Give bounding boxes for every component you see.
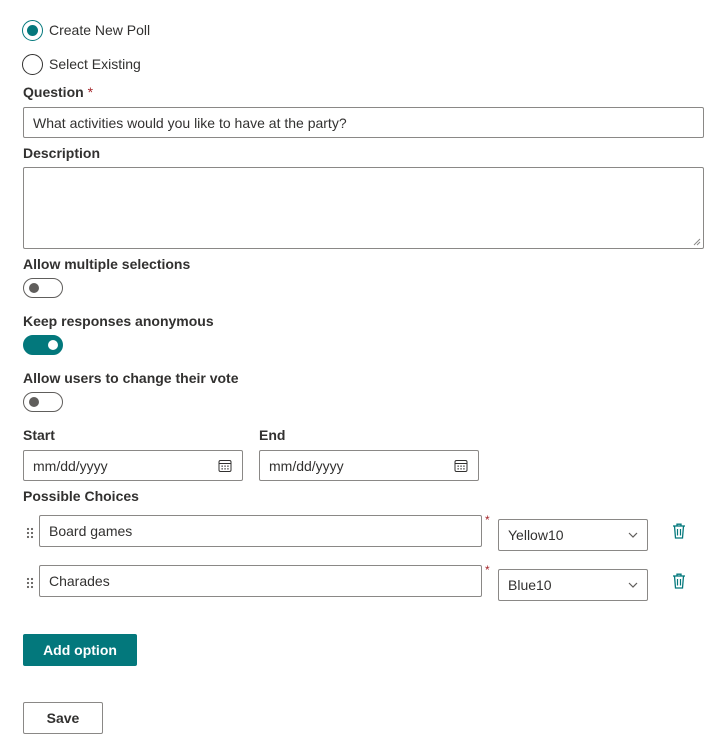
radio-label-select-existing: Select Existing [49,56,141,72]
question-input-value: What activities would you like to have a… [33,114,347,131]
add-option-button[interactable]: Add option [23,634,137,666]
radio-button-unchecked[interactable] [22,53,43,75]
chevron-down-icon [628,582,638,588]
end-date-label: End [259,427,286,443]
drag-handle-icon[interactable] [25,526,35,540]
description-label: Description [23,145,101,161]
toggle-knob [29,283,39,293]
possible-choices-label: Possible Choices [23,488,139,504]
description-textarea[interactable] [23,167,704,249]
choice-input[interactable]: Charades [39,565,482,597]
radio-label-create-new: Create New Poll [49,22,151,38]
calendar-icon[interactable] [454,459,468,473]
delete-icon[interactable] [671,572,687,590]
choice-color-dropdown[interactable]: Yellow10 [498,519,648,551]
change-vote-label: Allow users to change their vote [23,370,239,386]
radio-button-checked[interactable] [22,19,43,41]
choice-input[interactable]: Board games [39,515,482,547]
required-asterisk: * [485,513,490,527]
allow-multiple-toggle[interactable] [23,278,63,298]
resize-grip-icon[interactable] [693,238,701,246]
toggle-knob [48,340,58,350]
change-vote-toggle[interactable] [23,392,63,412]
allow-multiple-label: Allow multiple selections [23,256,191,272]
required-asterisk: * [87,84,94,100]
choice-color-value: Blue10 [508,577,552,593]
radio-create-new-poll[interactable]: Create New Poll [22,19,150,41]
question-label-text: Question [23,84,84,100]
delete-icon[interactable] [671,522,687,540]
choice-color-dropdown[interactable]: Blue10 [498,569,648,601]
drag-handle-icon[interactable] [25,576,35,590]
choice-input-value: Board games [49,523,133,539]
radio-select-existing[interactable]: Select Existing [22,53,141,75]
start-date-placeholder: mm/dd/yyyy [33,457,108,474]
start-date-label: Start [23,427,55,443]
choice-input-value: Charades [49,573,110,589]
anonymous-toggle[interactable] [23,335,63,355]
required-asterisk: * [485,563,490,577]
save-button[interactable]: Save [23,702,103,734]
calendar-icon[interactable] [218,459,232,473]
question-label: Question * [23,84,93,100]
end-date-input[interactable]: mm/dd/yyyy [259,450,479,481]
chevron-down-icon [628,532,638,538]
choice-color-value: Yellow10 [508,527,564,543]
question-input[interactable]: What activities would you like to have a… [23,107,704,138]
toggle-knob [29,397,39,407]
end-date-placeholder: mm/dd/yyyy [269,457,344,474]
anonymous-label: Keep responses anonymous [23,313,214,329]
start-date-input[interactable]: mm/dd/yyyy [23,450,243,481]
